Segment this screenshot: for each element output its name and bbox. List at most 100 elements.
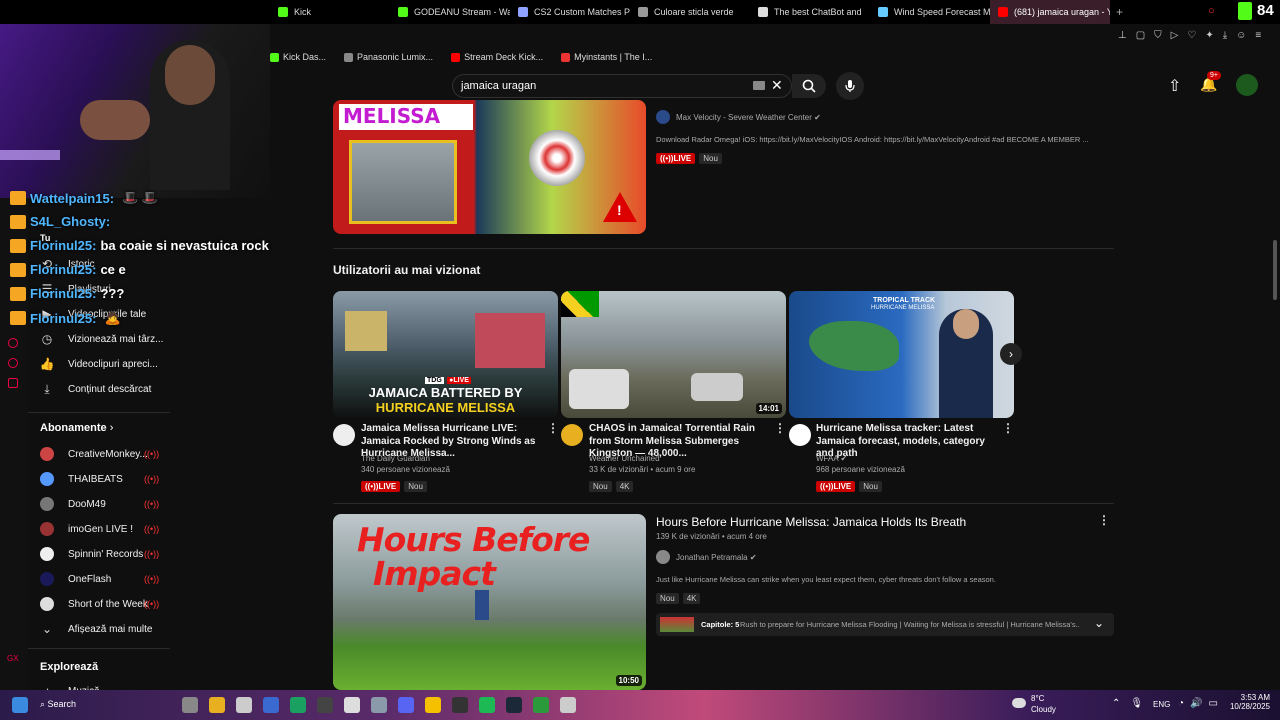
- record-icon[interactable]: ○: [1208, 5, 1215, 17]
- taskbar-app-icon[interactable]: [236, 697, 252, 713]
- search-button[interactable]: [792, 74, 826, 98]
- voice-search-button[interactable]: [836, 72, 864, 100]
- upload-icon[interactable]: ⇧: [1168, 76, 1181, 96]
- subscription-item[interactable]: THAIBEATS ((•)): [40, 472, 165, 486]
- strip-icon-3[interactable]: [8, 378, 18, 388]
- chapters-panel[interactable]: Capitole: 5 Rush to prepare for Hurrican…: [656, 613, 1114, 636]
- more-options-icon[interactable]: ⋮: [1002, 421, 1014, 435]
- show-more-button[interactable]: ⌄ Afișează mai multe: [40, 622, 153, 636]
- more-options-icon[interactable]: ⋮: [1098, 513, 1110, 527]
- wifi-icon[interactable]: ◔: [1178, 698, 1184, 709]
- taskbar-app-icon[interactable]: [425, 697, 441, 713]
- chevron-down-icon[interactable]: ⌄: [1094, 616, 1104, 630]
- chat-username[interactable]: Florinul25:: [30, 238, 96, 253]
- channel-avatar[interactable]: [656, 110, 670, 124]
- channel-avatar[interactable]: [333, 424, 355, 446]
- browser-tab[interactable]: The best ChatBot and: [750, 0, 870, 24]
- bottom-video-title[interactable]: Hours Before Hurricane Melissa: Jamaica …: [656, 515, 966, 529]
- taskbar-search[interactable]: ⌕ Search: [40, 699, 76, 710]
- sidebar-item[interactable]: ⤓ Conținut descărcat: [40, 382, 151, 396]
- browser-tab[interactable]: Kick: [270, 0, 390, 24]
- new-tab-button[interactable]: +: [1116, 5, 1123, 19]
- search-box[interactable]: jamaica uragan ✕: [452, 74, 792, 98]
- top-video-channel[interactable]: Max Velocity - Severe Weather Center ✔: [676, 113, 821, 122]
- browser-tab[interactable]: CS2 Custom Matches Pri: [510, 0, 630, 24]
- more-options-icon[interactable]: ⋮: [547, 421, 559, 435]
- subscriptions-title[interactable]: Abonamente ›: [40, 422, 113, 434]
- avatar[interactable]: [1236, 74, 1258, 96]
- taskbar-app-icon[interactable]: [560, 697, 576, 713]
- browser-tab[interactable]: GODEANU Stream - Wat: [390, 0, 510, 24]
- subscription-item[interactable]: imoGen LIVE ! ((•)): [40, 522, 165, 536]
- strip-icon-1[interactable]: [8, 338, 18, 348]
- chat-username[interactable]: Florinul25:: [30, 311, 96, 326]
- shield-icon[interactable]: ⛉: [1154, 30, 1162, 41]
- subscription-item[interactable]: CreativeMonkey... ((•)): [40, 447, 165, 461]
- taskbar-app-icon[interactable]: [182, 697, 198, 713]
- video-channel[interactable]: WFAA ✔: [816, 454, 847, 463]
- strip-icon-gx[interactable]: GX: [7, 654, 19, 663]
- search-input[interactable]: jamaica uragan: [461, 80, 536, 92]
- more-options-icon[interactable]: ⋮: [774, 421, 786, 435]
- taskbar-app-icon[interactable]: [317, 697, 333, 713]
- speaker-icon[interactable]: 🔊: [1190, 698, 1202, 709]
- taskbar-app-icon[interactable]: [371, 697, 387, 713]
- channel-avatar[interactable]: [561, 424, 583, 446]
- clear-search-icon[interactable]: ✕: [771, 77, 783, 94]
- browser-tab[interactable]: Culoare sticla verde: [630, 0, 750, 24]
- heart-icon[interactable]: ♡: [1187, 30, 1196, 41]
- subscription-item[interactable]: Short of the Week ((•)): [40, 597, 165, 611]
- bookmark-item[interactable]: Kick Das...: [270, 52, 326, 62]
- taskbar-app-icon[interactable]: [506, 697, 522, 713]
- menu-icon[interactable]: ≡: [1255, 30, 1261, 41]
- battery-icon[interactable]: ▭: [1209, 698, 1218, 709]
- windows-start-icon[interactable]: [12, 697, 28, 713]
- taskbar-app-icon[interactable]: [209, 697, 225, 713]
- channel-avatar[interactable]: [789, 424, 811, 446]
- bookmark-item[interactable]: Stream Deck Kick...: [451, 52, 543, 62]
- video-channel[interactable]: The Daily Guardian: [361, 454, 430, 463]
- taskbar-app-icon[interactable]: [398, 697, 414, 713]
- subscription-item[interactable]: OneFlash ((•)): [40, 572, 165, 586]
- chat-username[interactable]: Florinul25:: [30, 286, 96, 301]
- weather-desc[interactable]: Cloudy: [1031, 705, 1056, 714]
- weather-temp[interactable]: 8°C: [1031, 694, 1044, 703]
- strip-icon-2[interactable]: [8, 358, 18, 368]
- play-icon[interactable]: ▷: [1171, 30, 1179, 41]
- browser-tab[interactable]: (681) jamaica uragan - Yo✕: [990, 0, 1110, 24]
- chat-username[interactable]: Wattelpain15:: [30, 191, 114, 206]
- video-channel[interactable]: Weather Unchained: [589, 454, 660, 463]
- bookmark-item[interactable]: Panasonic Lumix...: [344, 52, 433, 62]
- clock[interactable]: 3:53 AM 10/28/2025: [1228, 693, 1270, 711]
- bottom-video-thumbnail[interactable]: Hours Before Impact 10:50: [333, 514, 646, 690]
- taskbar-app-icon[interactable]: [533, 697, 549, 713]
- taskbar-app-icon[interactable]: [290, 697, 306, 713]
- top-video-thumbnail[interactable]: MELISSA !: [333, 100, 646, 234]
- taskbar-app-icon[interactable]: [344, 697, 360, 713]
- sidebar-item[interactable]: 👍 Videoclipuri apreci...: [40, 357, 158, 371]
- shelf-thumbnail-1[interactable]: TDG ●LIVE JAMAICA BATTERED BY HURRICANE …: [333, 291, 558, 418]
- channel-avatar[interactable]: [656, 550, 670, 564]
- language-indicator[interactable]: ENG: [1153, 700, 1170, 709]
- subscription-item[interactable]: Spinnin' Records ((•)): [40, 547, 165, 561]
- chat-username[interactable]: S4L_Ghosty:: [30, 214, 110, 229]
- download-icon[interactable]: ⤓: [1223, 30, 1227, 41]
- chevron-up-icon[interactable]: ⌃: [1112, 698, 1120, 709]
- taskbar-app-icon[interactable]: [452, 697, 468, 713]
- chat-username[interactable]: Florinul25:: [30, 262, 96, 277]
- keyboard-icon[interactable]: [753, 81, 765, 90]
- shelf-next-button[interactable]: ›: [1000, 343, 1022, 365]
- mic-tray-icon[interactable]: 🎙: [1130, 698, 1143, 709]
- bookmark-item[interactable]: Myinstants | The I...: [561, 52, 652, 62]
- window-icon[interactable]: ▢: [1136, 30, 1145, 41]
- subscription-item[interactable]: DooM49 ((•)): [40, 497, 165, 511]
- taskbar-app-icon[interactable]: [479, 697, 495, 713]
- scrollbar[interactable]: [1273, 240, 1277, 300]
- profile-icon[interactable]: ☺: [1236, 30, 1246, 41]
- bottom-video-channel[interactable]: Jonathan Petramala ✔: [676, 553, 757, 562]
- taskbar-app-icon[interactable]: [263, 697, 279, 713]
- shelf-thumbnail-2[interactable]: 14:01: [561, 291, 786, 418]
- browser-tab[interactable]: Wind Speed Forecast Ma: [870, 0, 990, 24]
- pin-icon[interactable]: ⊥: [1118, 30, 1127, 41]
- sidebar-item[interactable]: ◷ Vizionează mai târz...: [40, 332, 164, 346]
